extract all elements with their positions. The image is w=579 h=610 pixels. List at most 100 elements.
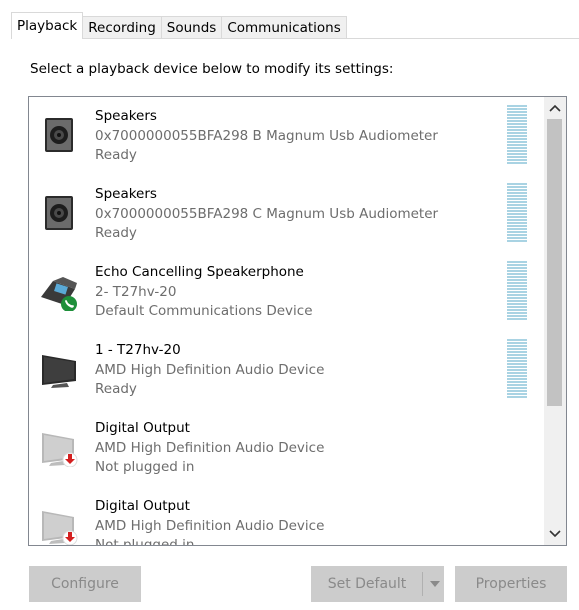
- meter-bar: [507, 360, 527, 362]
- device-description: 0x7000000055BFA298 B Magnum Usb Audiomet…: [95, 127, 438, 144]
- device-row-digital-output-2[interactable]: Digital Output AMD High Definition Audio…: [29, 487, 539, 545]
- meter-bar: [507, 198, 527, 200]
- meter-bar: [507, 147, 527, 149]
- instruction-text: Select a playback device below to modify…: [30, 61, 394, 77]
- device-row-monitor[interactable]: 1 - T27hv-20 AMD High Definition Audio D…: [29, 331, 539, 409]
- set-default-button[interactable]: Set Default: [311, 566, 444, 602]
- meter-bar: [507, 204, 527, 206]
- monitor-unplugged-icon: [42, 433, 78, 467]
- device-name: Echo Cancelling Speakerphone: [95, 264, 304, 280]
- meter-bar: [507, 264, 527, 266]
- tab-playback[interactable]: Playback: [11, 12, 84, 39]
- meter-bar: [507, 378, 527, 380]
- meter-bar: [507, 390, 527, 392]
- speaker-icon: [45, 118, 73, 152]
- meter-bar: [507, 225, 527, 227]
- tab-recording[interactable]: Recording: [82, 16, 162, 39]
- meter-bar: [507, 276, 527, 278]
- meter-bar: [507, 348, 527, 350]
- meter-bar: [507, 267, 527, 269]
- device-list[interactable]: Speakers 0x7000000055BFA298 B Magnum Usb…: [28, 96, 567, 546]
- split-divider: [422, 572, 423, 596]
- device-status: Ready: [95, 225, 137, 241]
- tab-communications[interactable]: Communications: [221, 16, 347, 39]
- set-default-dropdown[interactable]: [425, 567, 445, 601]
- meter-bar: [507, 114, 527, 116]
- device-name: Speakers: [95, 108, 157, 124]
- device-row-speakers-b[interactable]: Speakers 0x7000000055BFA298 B Magnum Usb…: [29, 97, 539, 175]
- meter-bar: [507, 138, 527, 140]
- device-text: 1 - T27hv-20 AMD High Definition Audio D…: [95, 341, 324, 400]
- meter-bar: [507, 354, 527, 356]
- meter-bar: [507, 288, 527, 290]
- device-row-speakers-c[interactable]: Speakers 0x7000000055BFA298 C Magnum Usb…: [29, 175, 539, 253]
- device-description: 0x7000000055BFA298 C Magnum Usb Audiomet…: [95, 205, 439, 222]
- meter-bar: [507, 345, 527, 347]
- meter-bar: [507, 189, 527, 191]
- meter-bar: [507, 342, 527, 344]
- configure-button[interactable]: Configure: [29, 566, 141, 602]
- meter-bar: [507, 156, 527, 158]
- meter-bar: [507, 273, 527, 275]
- volume-meter: [507, 339, 527, 401]
- set-default-label: Set Default: [327, 576, 407, 592]
- meter-bar: [507, 396, 527, 398]
- meter-bar: [507, 159, 527, 161]
- meter-bar: [507, 369, 527, 371]
- device-description: AMD High Definition Audio Device: [95, 439, 325, 456]
- meter-bar: [507, 300, 527, 302]
- monitor-unplugged-icon: [42, 511, 78, 545]
- list-scrollbar[interactable]: [544, 97, 566, 545]
- device-description: 2- T27hv-20: [95, 283, 177, 300]
- meter-bar: [507, 393, 527, 395]
- meter-bar: [507, 384, 527, 386]
- meter-bar: [507, 279, 527, 281]
- device-text: Speakers 0x7000000055BFA298 B Magnum Usb…: [95, 107, 438, 166]
- tab-divider: [11, 38, 579, 39]
- device-status: Not plugged in: [95, 459, 195, 475]
- meter-bar: [507, 153, 527, 155]
- device-row-digital-output-1[interactable]: Digital Output AMD High Definition Audio…: [29, 409, 539, 487]
- meter-bar: [507, 351, 527, 353]
- meter-bar: [507, 123, 527, 125]
- meter-bar: [507, 303, 527, 305]
- meter-bar: [507, 294, 527, 296]
- device-name: 1 - T27hv-20: [95, 342, 181, 358]
- device-row-speakerphone[interactable]: Echo Cancelling Speakerphone 2- T27hv-20…: [29, 253, 539, 331]
- dropdown-arrow-icon: [430, 581, 440, 587]
- device-text: Echo Cancelling Speakerphone 2- T27hv-20…: [95, 263, 313, 322]
- meter-bar: [507, 237, 527, 239]
- meter-bar: [507, 186, 527, 188]
- meter-bar: [507, 387, 527, 389]
- meter-bar: [507, 135, 527, 137]
- scroll-down-button[interactable]: [544, 523, 566, 545]
- chevron-down-icon: [549, 530, 561, 538]
- meter-bar: [507, 285, 527, 287]
- meter-bar: [507, 363, 527, 365]
- device-text: Digital Output AMD High Definition Audio…: [95, 497, 324, 545]
- meter-bar: [507, 210, 527, 212]
- meter-bar: [507, 207, 527, 209]
- tab-strip: Playback Recording Sounds Communications: [11, 12, 347, 39]
- properties-button[interactable]: Properties: [455, 566, 567, 602]
- meter-bar: [507, 183, 527, 185]
- meter-bar: [507, 150, 527, 152]
- volume-meter: [507, 261, 527, 323]
- meter-bar: [507, 141, 527, 143]
- meter-bar: [507, 213, 527, 215]
- meter-bar: [507, 372, 527, 374]
- meter-bar: [507, 261, 527, 263]
- scroll-thumb[interactable]: [547, 119, 562, 406]
- meter-bar: [507, 339, 527, 341]
- meter-bar: [507, 108, 527, 110]
- meter-bar: [507, 111, 527, 113]
- tab-sounds[interactable]: Sounds: [160, 16, 223, 39]
- meter-bar: [507, 366, 527, 368]
- device-name: Speakers: [95, 186, 157, 202]
- meter-bar: [507, 312, 527, 314]
- device-description: AMD High Definition Audio Device: [95, 361, 325, 378]
- scroll-up-button[interactable]: [544, 97, 566, 119]
- device-text: Speakers 0x7000000055BFA298 C Magnum Usb…: [95, 185, 438, 244]
- device-name: Digital Output: [95, 420, 190, 436]
- device-text: Digital Output AMD High Definition Audio…: [95, 419, 324, 478]
